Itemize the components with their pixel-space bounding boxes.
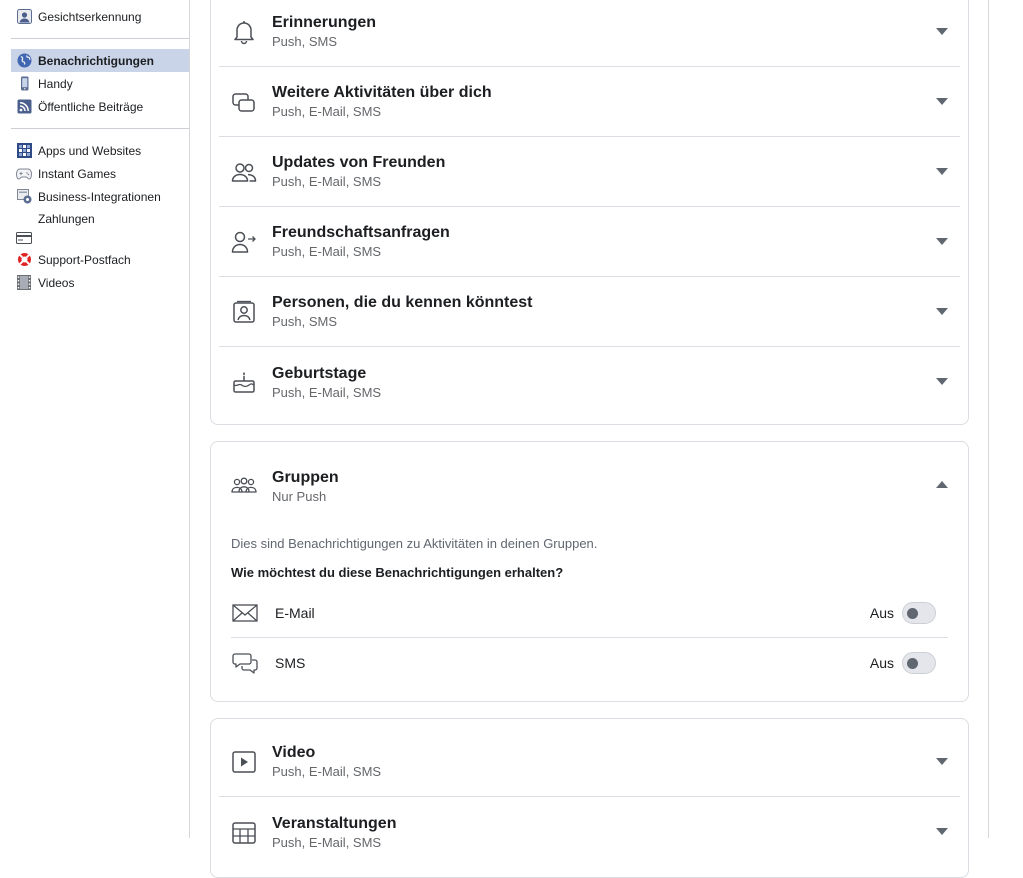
row-events[interactable]: Veranstaltungen Push, E-Mail, SMS — [219, 797, 960, 867]
chevron-down-icon[interactable] — [936, 828, 948, 835]
row-subtitle: Push, E-Mail, SMS — [272, 384, 382, 400]
sidebar-item-videos[interactable]: Videos — [11, 271, 189, 294]
chevron-down-icon[interactable] — [936, 307, 948, 315]
more-notifications-card: Video Push, E-Mail, SMS Veranstaltungen … — [210, 718, 969, 878]
friends-icon — [231, 159, 257, 185]
sidebar-item-label: Benachrichtigungen — [38, 53, 155, 68]
credit-card-icon — [16, 232, 32, 247]
face-recognition-icon — [16, 9, 32, 25]
business-gear-icon — [16, 189, 32, 205]
chevron-down-icon[interactable] — [936, 237, 948, 245]
sidebar-item-notifications[interactable]: Benachrichtigungen — [11, 49, 189, 72]
row-reminders[interactable]: Erinnerungen Push, SMS — [219, 0, 960, 67]
globe-icon — [16, 53, 32, 69]
sidebar-item-face-recognition[interactable]: Gesichtserkennung — [11, 5, 189, 28]
sidebar-divider — [11, 128, 189, 129]
sidebar-item-label: Business-Integrationen — [38, 189, 161, 204]
friend-request-icon — [231, 229, 257, 255]
sidebar-item-support-inbox[interactable]: Support-Postfach — [11, 248, 189, 271]
row-subtitle: Push, SMS — [272, 34, 338, 49]
birthday-cake-icon — [231, 369, 257, 395]
notification-categories-card: Erinnerungen Push, SMS Weitere Aktivität… — [210, 0, 969, 425]
row-subtitle: Push, E-Mail, SMS — [272, 104, 382, 119]
row-video[interactable]: Video Push, E-Mail, SMS — [219, 727, 960, 797]
phone-icon — [16, 76, 32, 92]
sidebar-item-label: Apps und Websites — [38, 143, 142, 158]
row-people-you-may-know[interactable]: Personen, die du kennen könntest Push, S… — [219, 277, 960, 347]
sidebar-item-label: Instant Games — [38, 166, 117, 181]
sidebar-item-business-integrations[interactable]: Business-Integrationen — [11, 185, 189, 208]
chevron-down-icon[interactable] — [936, 757, 948, 765]
row-title: Geburtstage — [272, 364, 367, 382]
settings-sidebar: Gesichtserkennung Benachrichtigungen Han… — [0, 0, 190, 838]
sidebar-divider — [11, 38, 189, 39]
lifebuoy-icon — [16, 252, 32, 268]
sidebar-item-instant-games[interactable]: Instant Games — [11, 162, 189, 185]
row-title: Personen, die du kennen könntest — [272, 294, 533, 311]
row-title: Veranstaltungen — [272, 814, 397, 832]
row-friend-updates[interactable]: Updates von Freunden Push, E-Mail, SMS — [219, 137, 960, 207]
row-title: Weitere Aktivitäten über dich — [272, 84, 492, 101]
row-title: Gruppen — [272, 468, 339, 486]
row-subtitle: Push, E-Mail, SMS — [272, 174, 382, 189]
row-more-activity[interactable]: Weitere Aktivitäten über dich Push, E-Ma… — [219, 67, 960, 137]
sidebar-item-payments[interactable]: Zahlungen — [11, 208, 189, 248]
chevron-down-icon[interactable] — [936, 27, 948, 35]
video-play-icon — [231, 749, 257, 775]
option-sms: SMS Aus — [231, 638, 948, 688]
film-icon — [16, 275, 32, 291]
email-toggle[interactable] — [902, 601, 936, 624]
envelope-icon — [231, 601, 259, 625]
row-subtitle: Push, E-Mail, SMS — [272, 834, 382, 850]
sidebar-item-label: Öffentliche Beiträge — [38, 99, 144, 114]
rss-icon — [16, 99, 32, 115]
groups-expanded-panel: Dies sind Benachrichtigungen zu Aktivitä… — [211, 536, 968, 688]
apps-icon — [16, 143, 32, 159]
option-label: E-Mail — [275, 604, 315, 621]
gamepad-icon — [16, 166, 32, 182]
delivery-question: Wie möchtest du diese Benachrichtigungen… — [231, 565, 564, 580]
sms-toggle[interactable] — [902, 652, 936, 674]
calendar-icon — [231, 819, 257, 845]
sidebar-item-apps-websites[interactable]: Apps und Websites — [11, 139, 189, 162]
row-friend-requests[interactable]: Freundschaftsanfragen Push, E-Mail, SMS — [219, 207, 960, 277]
chevron-down-icon[interactable] — [936, 167, 948, 175]
option-state: Aus — [869, 604, 894, 621]
row-subtitle: Push, SMS — [272, 314, 338, 329]
activity-windows-icon — [231, 89, 257, 115]
row-title: Erinnerungen — [272, 14, 377, 31]
option-email: E-Mail Aus — [231, 588, 948, 638]
chevron-down-icon[interactable] — [936, 97, 948, 105]
groups-description: Dies sind Benachrichtigungen zu Aktivitä… — [231, 536, 598, 551]
toggle-knob — [907, 607, 918, 619]
option-state: Aus — [869, 655, 894, 671]
option-label: SMS — [275, 655, 306, 671]
bell-icon — [231, 19, 257, 45]
sidebar-item-label: Videos — [38, 275, 75, 290]
chat-bubbles-icon — [231, 651, 259, 675]
groups-icon — [231, 473, 257, 499]
row-subtitle: Nur Push — [272, 488, 327, 504]
row-birthdays[interactable]: Geburtstage Push, E-Mail, SMS — [219, 347, 960, 417]
row-title: Video — [272, 744, 316, 761]
row-subtitle: Push, E-Mail, SMS — [272, 244, 382, 259]
sidebar-item-label: Zahlungen — [38, 212, 95, 226]
sidebar-item-mobile[interactable]: Handy — [11, 72, 189, 95]
groups-notifications-card: Gruppen Nur Push Dies sind Benachrichtig… — [210, 441, 969, 702]
sidebar-item-label: Support-Postfach — [38, 252, 131, 267]
sidebar-item-label: Gesichtserkennung — [38, 9, 142, 24]
chevron-up-icon[interactable] — [936, 481, 948, 488]
sidebar-item-public-posts[interactable]: Öffentliche Beiträge — [11, 95, 189, 118]
toggle-knob — [907, 658, 918, 669]
sidebar-item-label: Handy — [38, 76, 73, 91]
row-groups[interactable]: Gruppen Nur Push — [219, 442, 960, 528]
notifications-settings-main: Erinnerungen Push, SMS Weitere Aktivität… — [190, 0, 989, 878]
row-subtitle: Push, E-Mail, SMS — [272, 764, 382, 779]
row-title: Freundschaftsanfragen — [272, 224, 450, 241]
row-title: Updates von Freunden — [272, 154, 446, 171]
person-card-icon — [231, 299, 257, 325]
chevron-down-icon[interactable] — [936, 378, 948, 385]
